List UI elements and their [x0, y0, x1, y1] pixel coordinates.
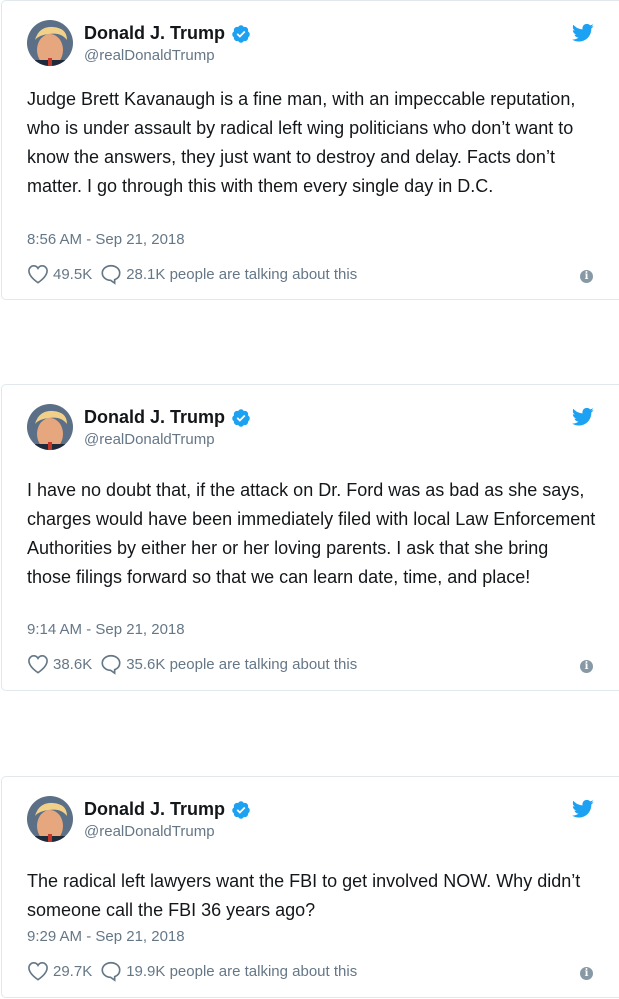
tweet-text: Judge Brett Kavanaugh is a fine man, wit…	[27, 89, 576, 196]
talking-count: 28.1K people are talking about this	[126, 265, 358, 283]
author-name[interactable]: Donald J. Trump	[84, 799, 225, 820]
info-icon[interactable]: i	[580, 660, 593, 673]
avatar[interactable]	[27, 20, 73, 66]
heart-icon	[28, 654, 48, 674]
avatar[interactable]	[27, 404, 73, 450]
reply-button[interactable]: 35.6K people are talking about this	[100, 653, 357, 675]
tweet-text: I have no doubt that, if the attack on D…	[27, 480, 596, 587]
info-icon[interactable]: i	[580, 967, 593, 980]
twitter-bird-icon[interactable]	[572, 23, 594, 43]
tweet-text: The radical left lawyers want the FBI to…	[27, 871, 581, 920]
author-name[interactable]: Donald J. Trump	[84, 23, 225, 44]
avatar[interactable]	[27, 796, 73, 842]
like-count: 38.6K	[53, 655, 93, 673]
author-handle[interactable]: @realDonaldTrump	[84, 823, 215, 840]
twitter-bird-icon[interactable]	[572, 407, 594, 427]
speech-bubble-icon	[101, 264, 121, 285]
tweet-timestamp[interactable]: 8:56 AM - Sep 21, 2018	[27, 231, 185, 248]
like-button[interactable]: 29.7K	[27, 961, 92, 981]
verified-badge-icon	[232, 800, 250, 819]
twitter-bird-icon[interactable]	[572, 799, 594, 819]
talking-count: 19.9K people are talking about this	[126, 962, 358, 980]
verified-badge-icon	[232, 24, 250, 43]
author-handle[interactable]: @realDonaldTrump	[84, 47, 215, 64]
heart-icon	[28, 961, 48, 981]
like-button[interactable]: 38.6K	[27, 654, 92, 674]
tweet-timestamp[interactable]: 9:14 AM - Sep 21, 2018	[27, 621, 185, 638]
like-button[interactable]: 49.5K	[27, 264, 92, 284]
speech-bubble-icon	[101, 654, 121, 675]
verified-badge-icon	[232, 408, 250, 427]
like-count: 49.5K	[53, 265, 93, 283]
tweet-card: Donald J. Trump @realDonaldTrump I have …	[1, 384, 619, 691]
reply-button[interactable]: 28.1K people are talking about this	[100, 263, 357, 285]
author-handle[interactable]: @realDonaldTrump	[84, 431, 215, 448]
like-count: 29.7K	[53, 962, 93, 980]
tweet-timestamp[interactable]: 9:29 AM - Sep 21, 2018	[27, 928, 185, 945]
info-icon[interactable]: i	[580, 270, 593, 283]
reply-button[interactable]: 19.9K people are talking about this	[100, 960, 357, 982]
author-name[interactable]: Donald J. Trump	[84, 407, 225, 428]
tweet-card: Donald J. Trump @realDonaldTrump Judge B…	[1, 0, 619, 300]
speech-bubble-icon	[101, 961, 121, 982]
tweet-card: Donald J. Trump @realDonaldTrump The rad…	[1, 776, 619, 998]
heart-icon	[28, 264, 48, 284]
talking-count: 35.6K people are talking about this	[126, 655, 358, 673]
